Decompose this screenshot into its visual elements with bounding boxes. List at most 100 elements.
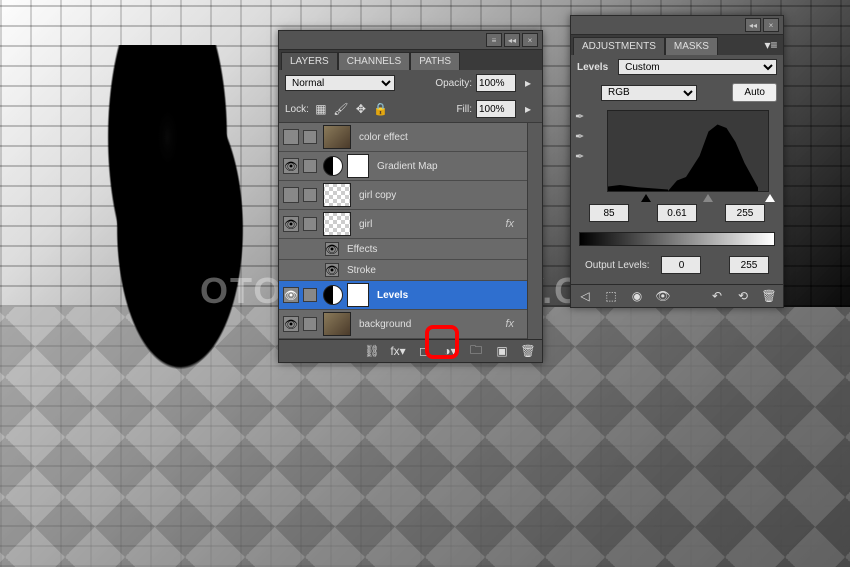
link-cell — [303, 288, 317, 302]
fill-flyout-icon[interactable]: ▸ — [520, 101, 536, 117]
visibility-toggle[interactable] — [283, 187, 299, 203]
layer-thumb[interactable] — [323, 212, 351, 236]
layer-girl-copy[interactable]: girl copy — [279, 181, 542, 210]
opacity-input[interactable] — [476, 74, 516, 92]
lock-position-icon[interactable]: ✥ — [353, 101, 369, 117]
effect-name: Stroke — [347, 265, 376, 276]
layers-tabs: LAYERS CHANNELS PATHS — [279, 50, 542, 70]
tab-layers[interactable]: LAYERS — [281, 52, 338, 70]
layer-gradient-map[interactable]: 👁 Gradient Map — [279, 152, 542, 181]
adjustment-icon[interactable] — [323, 156, 343, 176]
opacity-flyout-icon[interactable]: ▸ — [520, 75, 536, 91]
link-layers-icon[interactable]: ⛓ — [364, 343, 380, 359]
layer-mask-thumb[interactable] — [347, 283, 369, 307]
mid-slider[interactable] — [703, 194, 713, 202]
layer-thumb[interactable] — [323, 183, 351, 207]
layers-titlebar[interactable]: ≡ ◂◂ × — [279, 31, 542, 50]
fx-badge[interactable]: fx — [505, 318, 514, 330]
white-eyedropper-icon[interactable]: ✒ — [575, 150, 589, 164]
adj-bottom-bar: ◁ ⬚ ◉ 👁 ↶ ⟲ 🗑 — [571, 284, 783, 307]
tab-masks[interactable]: MASKS — [665, 37, 718, 55]
input-values-row — [571, 202, 783, 224]
link-cell — [303, 159, 317, 173]
white-input[interactable] — [725, 204, 765, 222]
black-input[interactable] — [589, 204, 629, 222]
link-cell — [303, 217, 317, 231]
layer-color-effect[interactable]: color effect — [279, 123, 542, 152]
auto-button[interactable]: Auto — [732, 83, 777, 102]
reset-icon[interactable]: ⟲ — [735, 288, 751, 304]
expand-icon[interactable]: ⬚ — [603, 288, 619, 304]
clip-icon[interactable]: ◉ — [629, 288, 645, 304]
layer-background[interactable]: 👁 background fx ▸ — [279, 310, 542, 339]
adjustments-panel[interactable]: ◂◂ × ADJUSTMENTS MASKS ▾≡ Levels Custom … — [570, 15, 784, 308]
group-icon[interactable]: 🗀 — [468, 343, 484, 359]
previous-icon[interactable]: ↶ — [709, 288, 725, 304]
black-eyedropper-icon[interactable]: ✒ — [575, 110, 589, 124]
layer-name[interactable]: background — [359, 319, 411, 330]
layer-name[interactable]: girl — [359, 219, 372, 230]
blend-mode-select[interactable]: Normal — [285, 75, 395, 91]
effect-stroke[interactable]: 👁 Stroke — [279, 260, 542, 281]
histogram[interactable] — [607, 110, 769, 192]
adjustment-icon[interactable] — [323, 285, 343, 305]
close-icon[interactable]: × — [522, 33, 538, 47]
blend-row: Normal Opacity: ▸ — [279, 70, 542, 96]
output-gradient[interactable] — [579, 232, 775, 246]
layers-panel[interactable]: ≡ ◂◂ × LAYERS CHANNELS PATHS Normal Opac… — [278, 30, 543, 363]
gray-eyedropper-icon[interactable]: ✒ — [575, 130, 589, 144]
black-slider[interactable] — [641, 194, 651, 202]
visibility-toggle[interactable]: 👁 — [325, 263, 339, 277]
tab-channels[interactable]: CHANNELS — [338, 52, 410, 70]
layers-bottom-bar: ⛓ fx▾ ◻ ◑▾ 🗀 ▣ 🗑 — [279, 339, 542, 362]
new-layer-icon[interactable]: ▣ — [494, 343, 510, 359]
levels-title: Levels — [577, 62, 608, 73]
add-mask-icon[interactable]: ◻ — [416, 343, 432, 359]
layer-girl[interactable]: 👁 girl fx ▾ — [279, 210, 542, 239]
input-sliders[interactable] — [593, 194, 783, 202]
collapse-icon[interactable]: ◂◂ — [745, 18, 761, 32]
visibility-icon[interactable]: 👁 — [655, 288, 671, 304]
layer-levels[interactable]: 👁 Levels — [279, 281, 542, 310]
panel-menu-icon[interactable]: ≡ — [486, 33, 502, 47]
adj-titlebar[interactable]: ◂◂ × — [571, 16, 783, 35]
white-slider[interactable] — [765, 194, 775, 202]
layer-scrollbar[interactable] — [527, 123, 542, 339]
fx-icon[interactable]: fx▾ — [390, 343, 406, 359]
lock-all-icon[interactable]: 🔒 — [373, 101, 389, 117]
visibility-toggle[interactable]: 👁 — [283, 316, 299, 332]
lock-label: Lock: — [285, 104, 309, 115]
preset-select[interactable]: Custom — [618, 59, 777, 75]
delete-icon[interactable]: 🗑 — [520, 343, 536, 359]
visibility-toggle[interactable]: 👁 — [283, 287, 299, 303]
layer-mask-thumb[interactable] — [347, 154, 369, 178]
adjustment-layer-icon[interactable]: ◑▾ — [442, 343, 458, 359]
effects-group[interactable]: 👁 Effects — [279, 239, 542, 260]
fill-input[interactable] — [476, 100, 516, 118]
layer-thumb[interactable] — [323, 125, 351, 149]
visibility-toggle[interactable]: 👁 — [283, 158, 299, 174]
lock-transparency-icon[interactable]: ▦ — [313, 101, 329, 117]
fx-badge[interactable]: fx — [505, 218, 514, 230]
channel-select[interactable]: RGB — [601, 85, 697, 101]
panel-menu-icon[interactable]: ▾≡ — [763, 37, 779, 53]
out-white-input[interactable] — [729, 256, 769, 274]
lock-paint-icon[interactable]: 🖌 — [333, 101, 349, 117]
visibility-toggle[interactable] — [283, 129, 299, 145]
close-icon[interactable]: × — [763, 18, 779, 32]
tab-adjustments[interactable]: ADJUSTMENTS — [573, 37, 665, 55]
layer-thumb[interactable] — [323, 312, 351, 336]
layer-name[interactable]: girl copy — [359, 190, 396, 201]
adj-tabs: ADJUSTMENTS MASKS ▾≡ — [571, 35, 783, 55]
visibility-toggle[interactable]: 👁 — [325, 242, 339, 256]
delete-icon[interactable]: 🗑 — [761, 288, 777, 304]
back-icon[interactable]: ◁ — [577, 288, 593, 304]
tab-paths[interactable]: PATHS — [410, 52, 460, 70]
layer-name[interactable]: Gradient Map — [377, 161, 438, 172]
visibility-toggle[interactable]: 👁 — [283, 216, 299, 232]
out-black-input[interactable] — [661, 256, 701, 274]
mid-input[interactable] — [657, 204, 697, 222]
layer-name[interactable]: color effect — [359, 132, 408, 143]
layer-name[interactable]: Levels — [377, 290, 408, 301]
collapse-icon[interactable]: ◂◂ — [504, 33, 520, 47]
